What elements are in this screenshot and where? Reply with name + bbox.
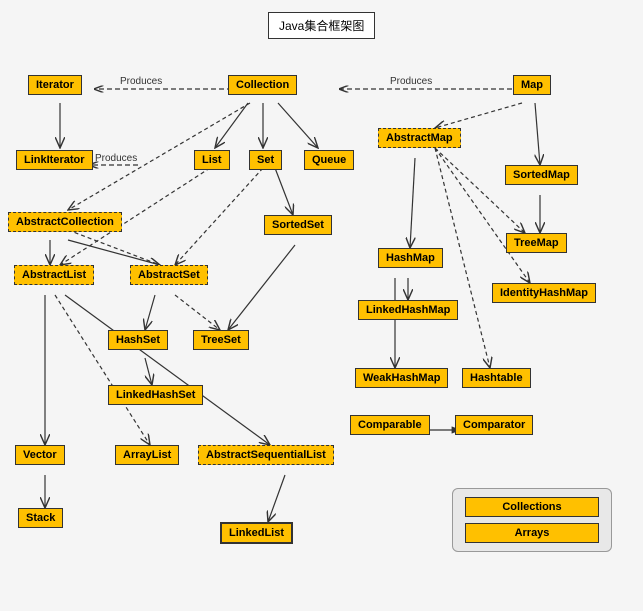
legend-collections: Collections	[465, 497, 599, 517]
node-abstractsequentiallist: AbstractSequentialList	[198, 445, 334, 465]
node-linkiterator: LinkIterator	[16, 150, 93, 170]
node-treemap: TreeMap	[506, 233, 567, 253]
node-map: Map	[513, 75, 551, 95]
node-iterator: Iterator	[28, 75, 82, 95]
node-linkedhashmap: LinkedHashMap	[358, 300, 458, 320]
node-linkedlist: LinkedList	[220, 522, 293, 544]
legend-box: Collections Arrays	[452, 488, 612, 552]
node-queue: Queue	[304, 150, 354, 170]
produces-label-2: Produces	[390, 76, 432, 87]
node-linkedhashset: LinkedHashSet	[108, 385, 203, 405]
legend-arrays: Arrays	[465, 523, 599, 543]
node-collection: Collection	[228, 75, 297, 95]
diagram: Java集合框架图 Produces Produces	[0, 0, 643, 611]
node-hashmap: HashMap	[378, 248, 443, 268]
node-list: List	[194, 150, 230, 170]
node-sortedset: SortedSet	[264, 215, 332, 235]
produces-label-3: Produces	[95, 153, 137, 164]
node-abstractmap: AbstractMap	[378, 128, 461, 148]
node-abstractcollection: AbstractCollection	[8, 212, 122, 232]
node-vector: Vector	[15, 445, 65, 465]
node-treeset: TreeSet	[193, 330, 249, 350]
node-comparator: Comparator	[455, 415, 533, 435]
node-comparable: Comparable	[350, 415, 430, 435]
node-weakhashmap: WeakHashMap	[355, 368, 448, 388]
node-abstractlist: AbstractList	[14, 265, 94, 285]
node-identityhashmap: IdentityHashMap	[492, 283, 596, 303]
node-abstractset: AbstractSet	[130, 265, 208, 285]
node-sortedmap: SortedMap	[505, 165, 578, 185]
node-arraylist: ArrayList	[115, 445, 179, 465]
node-hashtable: Hashtable	[462, 368, 531, 388]
node-set: Set	[249, 150, 282, 170]
title-box: Java集合框架图	[268, 12, 375, 39]
title-text: Java集合框架图	[279, 19, 364, 33]
node-hashset: HashSet	[108, 330, 168, 350]
node-stack: Stack	[18, 508, 63, 528]
produces-label-1: Produces	[120, 76, 162, 87]
